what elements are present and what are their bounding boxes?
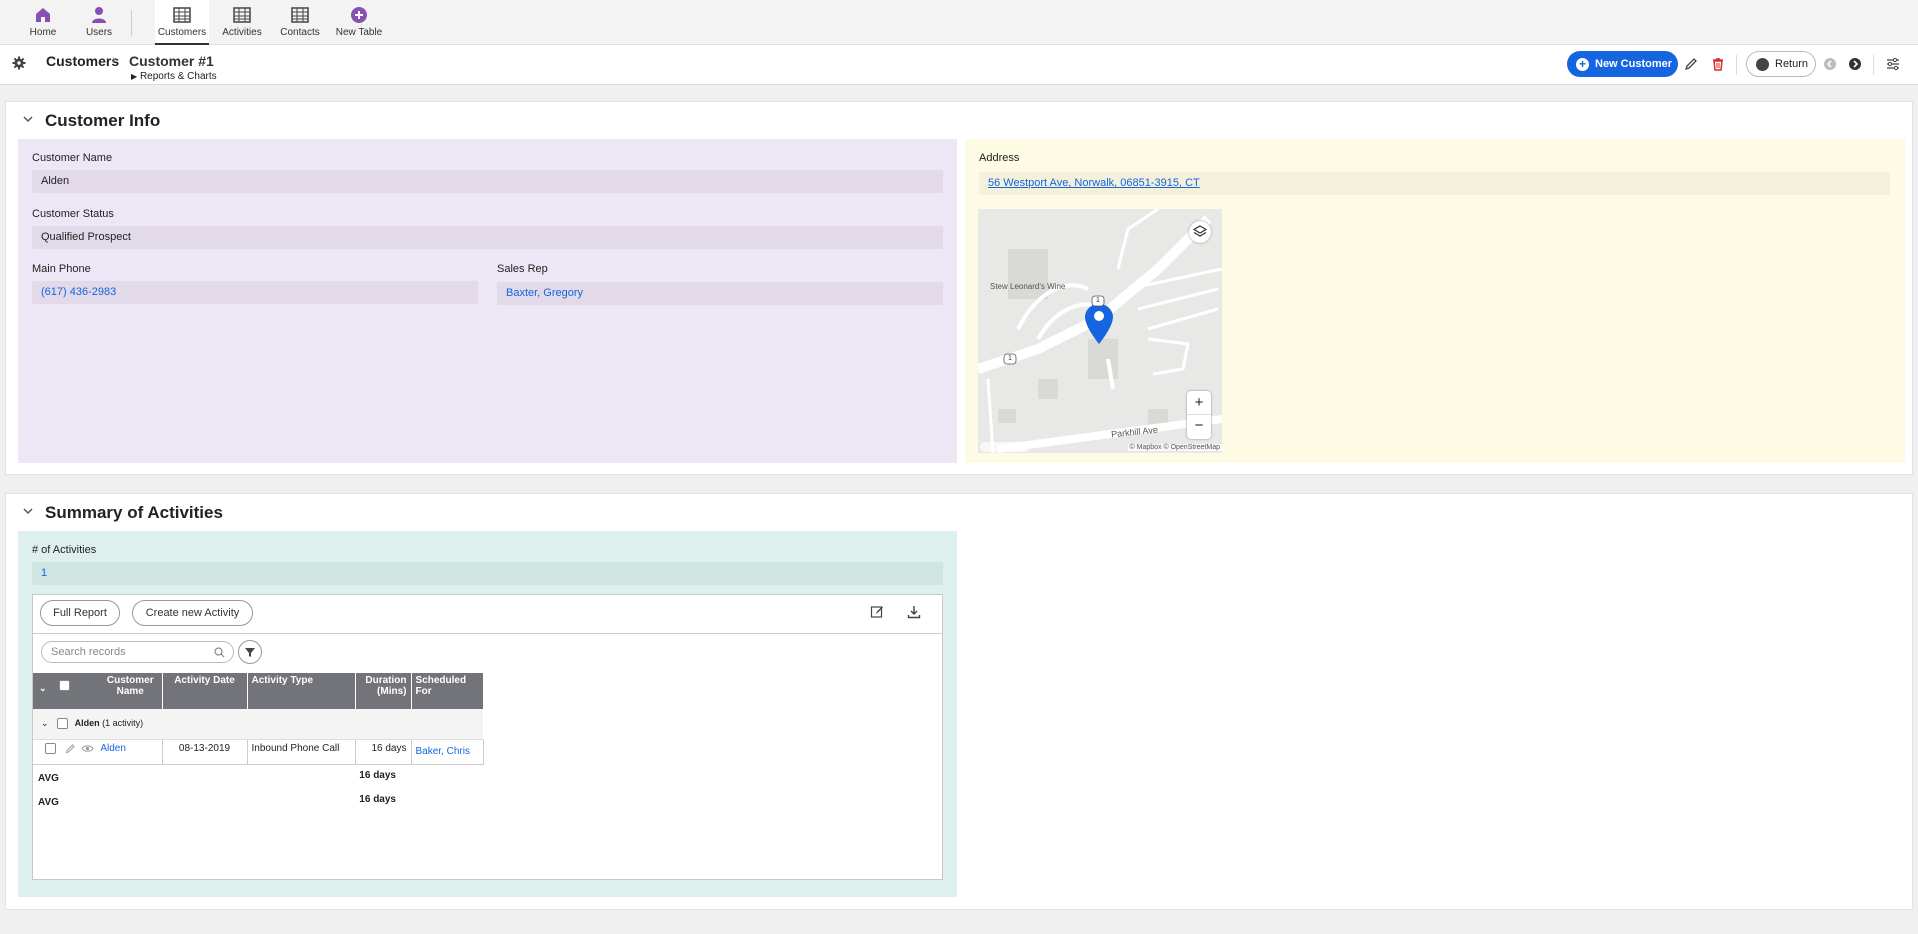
map-zoom-controls: + − bbox=[1187, 391, 1211, 439]
nav-users[interactable]: Users bbox=[84, 0, 114, 45]
table-icon bbox=[291, 7, 309, 23]
duration-cell: 16 days bbox=[355, 739, 412, 765]
breadcrumb-root[interactable]: Customers bbox=[46, 53, 119, 69]
edit-grid-icon[interactable] bbox=[870, 605, 884, 619]
search-icon bbox=[214, 647, 225, 658]
sales-rep-link[interactable]: Baxter, Gregory bbox=[497, 282, 943, 305]
user-icon bbox=[92, 7, 106, 23]
trash-icon[interactable] bbox=[1711, 57, 1725, 71]
header-divider bbox=[1873, 55, 1874, 75]
nav-contacts[interactable]: Contacts bbox=[280, 0, 320, 45]
reports-charts-toggle[interactable]: ▶ Reports & Charts bbox=[131, 71, 217, 82]
chevron-down-icon[interactable]: ⌄ bbox=[39, 683, 47, 694]
view-eye-icon[interactable] bbox=[80, 743, 94, 754]
chevron-down-icon[interactable] bbox=[23, 506, 33, 516]
download-icon[interactable] bbox=[907, 605, 921, 619]
activity-date-cell: 08-13-2019 bbox=[162, 739, 248, 765]
plus-circle-icon bbox=[351, 7, 367, 23]
customer-info-title: Customer Info bbox=[45, 111, 161, 130]
map-route-shield: 1 bbox=[1008, 355, 1012, 362]
group-label: Alden bbox=[74, 718, 100, 729]
table-header-row: ⌄ Customer Name Activity Date Activity T… bbox=[33, 673, 484, 709]
customer-link[interactable]: Alden bbox=[100, 743, 126, 754]
column-header-customer-name[interactable]: ⌄ Customer Name bbox=[33, 673, 163, 709]
next-record-icon[interactable] bbox=[1848, 57, 1862, 71]
map-canvas bbox=[978, 209, 1222, 453]
gear-icon[interactable] bbox=[12, 56, 26, 70]
breadcrumb-current: Customer #1 bbox=[129, 53, 214, 69]
customer-name-label: Customer Name bbox=[32, 152, 113, 164]
table-row[interactable]: Alden 08-13-2019 Inbound Phone Call 16 d… bbox=[33, 739, 484, 765]
chevron-down-icon[interactable] bbox=[23, 114, 33, 124]
group-checkbox[interactable] bbox=[57, 718, 69, 730]
nav-home[interactable]: Home bbox=[26, 0, 60, 45]
address-map[interactable]: Stew Leonard's Wine Parkhill Ave 1 1 + −… bbox=[978, 209, 1222, 453]
nav-customers[interactable]: Customers bbox=[155, 0, 209, 45]
column-header-duration[interactable]: Duration (Mins) bbox=[355, 673, 412, 709]
address-link[interactable]: 56 Westport Ave, Norwalk, 06851-3915, CT bbox=[979, 172, 1890, 195]
activities-table: ⌄ Customer Name Activity Date Activity T… bbox=[33, 673, 484, 765]
top-navigation: Home Users Customers Activities Contacts… bbox=[0, 0, 1918, 45]
group-row[interactable]: ⌄ Alden (1 activity) bbox=[33, 709, 483, 740]
edit-pencil-icon[interactable] bbox=[65, 743, 76, 754]
map-layers-button[interactable] bbox=[1189, 221, 1211, 243]
create-activity-button[interactable]: Create new Activity bbox=[132, 600, 253, 626]
avg-label: AVG bbox=[38, 797, 59, 808]
customer-name-value: Alden bbox=[32, 170, 943, 193]
select-all-checkbox[interactable] bbox=[59, 680, 70, 691]
address-label: Address bbox=[979, 152, 1020, 164]
full-report-button[interactable]: Full Report bbox=[40, 600, 120, 626]
summary-activities-title: Summary of Activities bbox=[45, 503, 223, 522]
column-header-activity-type[interactable]: Activity Type bbox=[247, 673, 356, 709]
main-phone-label: Main Phone bbox=[32, 263, 91, 275]
table-icon bbox=[233, 7, 251, 23]
filter-icon bbox=[245, 648, 255, 657]
customer-status-value: Qualified Prospect bbox=[32, 226, 943, 249]
edit-pencil-icon[interactable] bbox=[1684, 57, 1698, 71]
customer-status-label: Customer Status bbox=[32, 208, 114, 220]
plus-icon: + bbox=[1576, 58, 1589, 71]
avg-label: AVG bbox=[38, 773, 59, 784]
column-header-activity-date[interactable]: Activity Date bbox=[162, 673, 248, 709]
avg-duration-value: 16 days bbox=[359, 770, 396, 781]
map-route-shield: 1 bbox=[1096, 297, 1100, 304]
nav-new-table[interactable]: New Table bbox=[335, 0, 383, 45]
breadcrumb-separator: › bbox=[112, 54, 116, 66]
table-icon bbox=[173, 7, 191, 23]
new-customer-button[interactable]: + New Customer bbox=[1567, 51, 1678, 77]
prev-record-icon[interactable] bbox=[1823, 57, 1837, 71]
settings-sliders-icon[interactable] bbox=[1886, 57, 1900, 71]
arrow-up-circle-icon bbox=[1756, 58, 1769, 71]
row-checkbox[interactable] bbox=[45, 742, 56, 754]
nav-divider bbox=[131, 10, 132, 36]
return-button[interactable]: Return bbox=[1746, 51, 1816, 77]
avg-duration-value: 16 days bbox=[359, 794, 396, 805]
activities-count-value[interactable]: 1 bbox=[32, 562, 943, 585]
filter-button[interactable] bbox=[238, 640, 262, 664]
report-toolbar-divider bbox=[33, 633, 942, 634]
activities-count-label: # of Activities bbox=[32, 544, 97, 556]
activity-type-cell: Inbound Phone Call bbox=[247, 739, 356, 765]
map-zoom-out[interactable]: − bbox=[1187, 415, 1211, 439]
activities-report: Full Report Create new Activity Search r… bbox=[32, 594, 943, 880]
main-phone-link[interactable]: (617) 436-2983 bbox=[32, 281, 478, 304]
map-attribution[interactable]: © Mapbox © OpenStreetMap bbox=[1127, 444, 1222, 451]
header-divider bbox=[1736, 55, 1737, 75]
mapbox-logo bbox=[980, 442, 1030, 452]
home-icon bbox=[36, 8, 50, 22]
sales-rep-label: Sales Rep bbox=[497, 263, 548, 275]
map-place-label: Stew Leonard's Wine bbox=[990, 282, 1066, 291]
column-header-scheduled-for[interactable]: Scheduled For bbox=[411, 673, 484, 709]
scheduled-for-link[interactable]: Baker, Chris bbox=[411, 739, 484, 765]
search-records-input[interactable]: Search records bbox=[41, 641, 234, 663]
nav-activities[interactable]: Activities bbox=[221, 0, 263, 45]
group-count: (1 activity) bbox=[102, 718, 144, 729]
chevron-down-icon[interactable]: ⌄ bbox=[41, 718, 49, 728]
caret-right-icon: ▶ bbox=[131, 72, 138, 81]
map-zoom-in[interactable]: + bbox=[1187, 391, 1211, 415]
layers-icon bbox=[1192, 225, 1208, 237]
